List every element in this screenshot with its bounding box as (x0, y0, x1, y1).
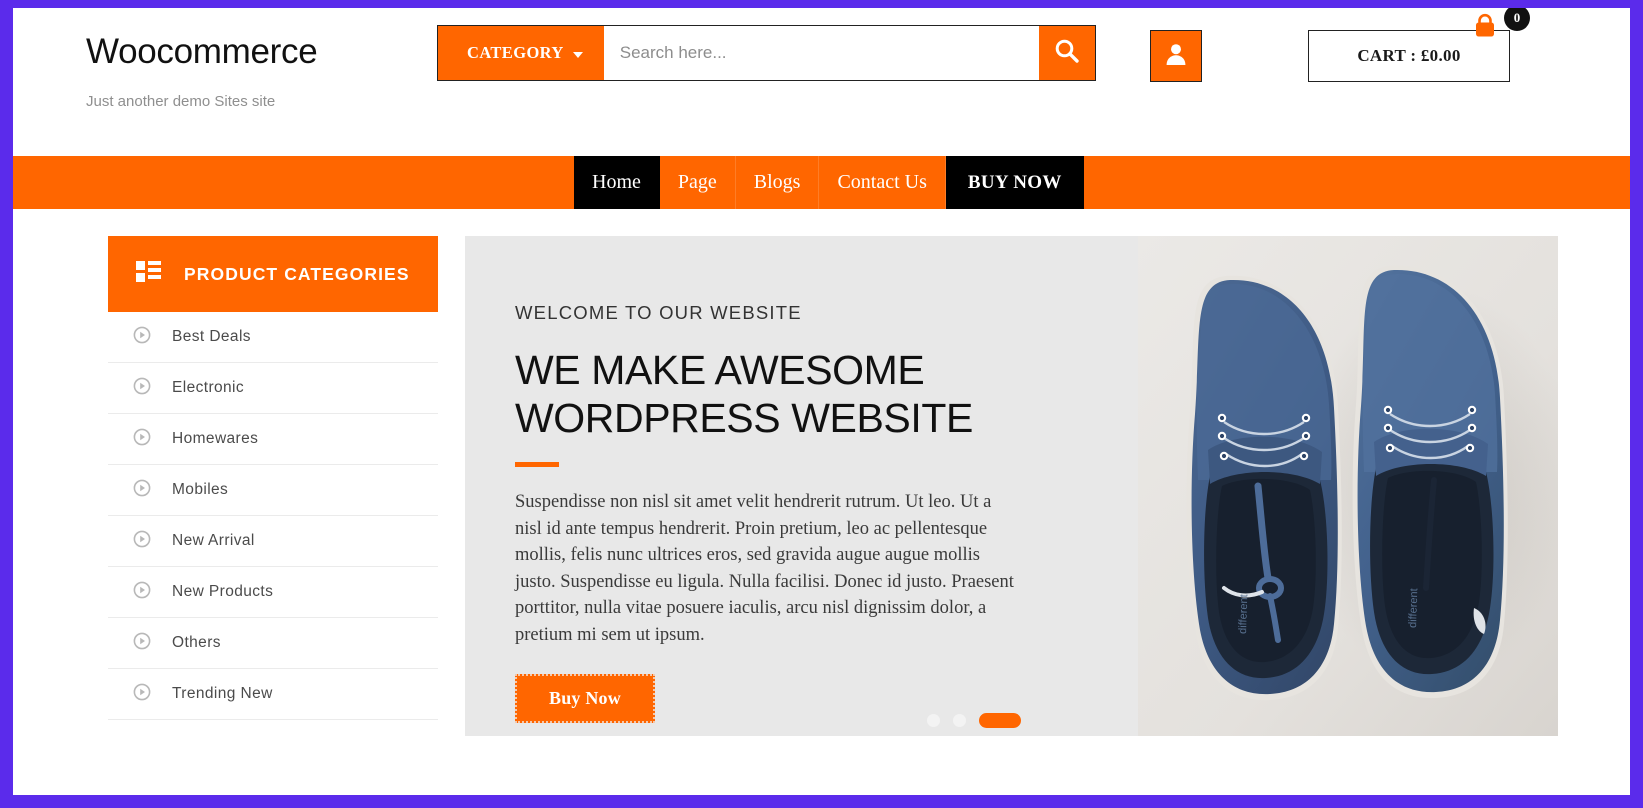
hero-title-line-1: WE MAKE AWESOME (515, 347, 925, 393)
product-categories-title: PRODUCT CATEGORIES (184, 263, 410, 284)
svg-text:different: different (1407, 588, 1420, 628)
hero-copy: WELCOME TO OUR WEBSITE WE MAKE AWESOME W… (515, 302, 1055, 723)
site-title[interactable]: Woocommerce (86, 28, 446, 76)
nav-item-contact-us[interactable]: Contact Us (819, 156, 946, 209)
play-circle-icon (133, 683, 151, 706)
page-root: Woocommerce Just another demo Sites site… (13, 8, 1630, 795)
nav-item-blogs[interactable]: Blogs (736, 156, 820, 209)
site-tagline: Just another demo Sites site (86, 93, 276, 110)
category-item-electronic[interactable]: Electronic (108, 363, 438, 414)
category-item-label: Others (172, 634, 221, 651)
category-item-label: Electronic (172, 379, 245, 396)
hero-eyebrow: WELCOME TO OUR WEBSITE (515, 302, 802, 323)
hero-buy-now-button[interactable]: Buy Now (515, 674, 655, 723)
shopping-bag-icon[interactable] (1470, 13, 1500, 48)
category-item-label: Homewares (172, 430, 259, 447)
category-item-label: Trending New (172, 685, 273, 702)
hero-title-line-2: WORDPRESS WEBSITE (515, 395, 973, 441)
hero-paragraph: Suspendisse non nisl sit amet velit hend… (515, 492, 1014, 645)
play-circle-icon (133, 377, 151, 400)
slider-dot-2[interactable] (953, 714, 966, 727)
search-group: CATEGORY (437, 25, 1096, 81)
nav-item-home[interactable]: Home (574, 156, 660, 209)
category-item-label: New Products (172, 583, 274, 600)
category-list: Best Deals Electronic Homewares Mobiles … (108, 312, 438, 720)
chevron-down-icon (572, 51, 583, 58)
play-circle-icon (133, 530, 151, 553)
product-categories-sidebar: PRODUCT CATEGORIES Best Deals Electronic (108, 236, 438, 736)
main-navigation: Home Page Blogs Contact Us BUY NOW (13, 156, 1630, 209)
search-input[interactable] (603, 26, 1039, 80)
category-dropdown-label: CATEGORY (467, 43, 564, 62)
category-item-best-deals[interactable]: Best Deals (108, 312, 438, 363)
site-branding: Woocommerce Just another demo Sites site (86, 28, 446, 110)
category-item-label: New Arrival (172, 532, 255, 549)
play-circle-icon (133, 479, 151, 502)
search-submit-button[interactable] (1038, 26, 1095, 80)
play-circle-icon (133, 581, 151, 604)
category-item-trending-new[interactable]: Trending New (108, 669, 438, 720)
nav-item-buy-now[interactable]: BUY NOW (945, 156, 1084, 209)
category-item-label: Best Deals (172, 328, 251, 345)
play-circle-icon (133, 326, 151, 349)
play-circle-icon (133, 632, 151, 655)
user-icon (1163, 41, 1189, 72)
hero-product-image: different different (1138, 236, 1558, 736)
cart-count-badge: 0 (1504, 8, 1530, 31)
category-item-new-products[interactable]: New Products (108, 567, 438, 618)
hero-title: WE MAKE AWESOME WORDPRESS WEBSITE (515, 346, 1055, 442)
content-area: PRODUCT CATEGORIES Best Deals Electronic (13, 209, 1630, 736)
grid-list-icon (136, 260, 161, 288)
category-item-mobiles[interactable]: Mobiles (108, 465, 438, 516)
slider-dot-1[interactable] (927, 714, 940, 727)
cart-total-label: CART : £0.00 (1357, 46, 1461, 65)
cart-widget: CART : £0.00 0 (1308, 8, 1530, 82)
search-icon (1054, 38, 1080, 69)
category-item-new-arrival[interactable]: New Arrival (108, 516, 438, 567)
category-item-others[interactable]: Others (108, 618, 438, 669)
hero-slider: different different WELCOME TO OUR WEBSI… (465, 236, 1558, 736)
account-button[interactable] (1150, 30, 1202, 82)
play-circle-icon (133, 428, 151, 451)
category-item-homewares[interactable]: Homewares (108, 414, 438, 465)
category-dropdown-button[interactable]: CATEGORY (438, 26, 604, 80)
hero-divider (515, 462, 559, 467)
site-header: Woocommerce Just another demo Sites site… (13, 8, 1630, 156)
category-item-label: Mobiles (172, 481, 229, 498)
slider-dot-3-active[interactable] (979, 713, 1021, 728)
svg-text:different: different (1237, 594, 1250, 634)
slider-pagination (927, 713, 1021, 728)
nav-item-page[interactable]: Page (660, 156, 736, 209)
product-categories-header: PRODUCT CATEGORIES (108, 236, 438, 312)
